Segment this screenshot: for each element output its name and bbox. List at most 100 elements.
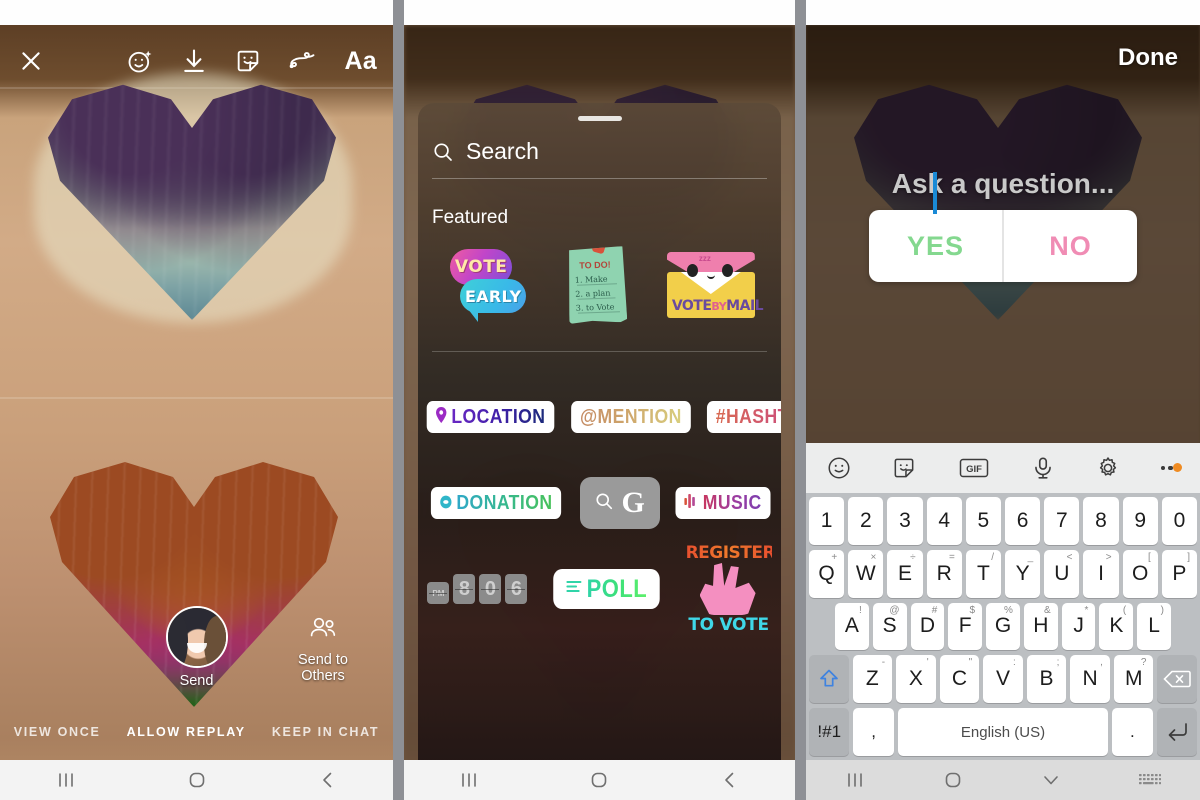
countdown-sticker[interactable]: PM 8 0 6 bbox=[427, 574, 528, 604]
back-icon[interactable] bbox=[719, 769, 741, 791]
key-o[interactable]: [O bbox=[1122, 549, 1158, 598]
hashtag-sticker[interactable]: #HASHTAG bbox=[706, 401, 781, 433]
question-sticker[interactable]: Ask a question... YES NO bbox=[869, 168, 1137, 282]
send-to-self-button[interactable]: Send bbox=[165, 606, 228, 689]
home-icon[interactable] bbox=[588, 769, 610, 791]
question-input[interactable]: Ask a question... bbox=[869, 168, 1137, 200]
register-to-vote-sticker[interactable]: REGISTER TO VOTE bbox=[685, 543, 776, 635]
key-g[interactable]: % G bbox=[986, 602, 1020, 651]
keyboard-icon[interactable] bbox=[1138, 771, 1162, 789]
vote-by-mail-sticker[interactable]: zzz VOTEBYMAIL bbox=[666, 252, 764, 318]
draw-icon[interactable] bbox=[288, 47, 318, 75]
key-x[interactable]: ' X bbox=[896, 655, 936, 704]
location-sticker[interactable]: LOCATION bbox=[426, 401, 555, 433]
key-y-label: Y bbox=[1015, 561, 1030, 585]
key-9[interactable]: 9 bbox=[1122, 497, 1158, 545]
key-j[interactable]: * J bbox=[1061, 602, 1096, 651]
back-icon[interactable] bbox=[317, 769, 339, 791]
gif-search-sticker[interactable]: G bbox=[579, 477, 660, 529]
shift-key[interactable] bbox=[808, 655, 849, 704]
key-q-sup: + bbox=[831, 551, 838, 563]
key-6[interactable]: 6 bbox=[1005, 497, 1041, 545]
home-icon[interactable] bbox=[186, 769, 208, 791]
key-h[interactable]: & H bbox=[1023, 602, 1058, 651]
key-b[interactable]: ; B bbox=[1026, 655, 1067, 704]
poll-sticker[interactable]: POLL bbox=[553, 569, 660, 609]
pin-icon bbox=[435, 406, 447, 429]
key-v[interactable]: :V bbox=[983, 655, 1023, 704]
drag-handle[interactable] bbox=[577, 116, 622, 121]
key-r[interactable]: = R bbox=[926, 549, 962, 598]
key-e[interactable]: ÷ E bbox=[887, 549, 923, 598]
key-t[interactable]: / T bbox=[965, 549, 1001, 598]
key-s[interactable]: @ S bbox=[872, 602, 907, 651]
key-m[interactable]: ? M bbox=[1113, 655, 1154, 704]
key-8[interactable]: 8 bbox=[1083, 497, 1119, 545]
key-2[interactable]: 2 bbox=[848, 497, 884, 545]
key-i[interactable]: > I bbox=[1083, 549, 1119, 598]
settings-gear-icon[interactable] bbox=[1095, 455, 1121, 481]
key-d[interactable]: # D bbox=[910, 602, 945, 651]
space-key[interactable]: English (US) bbox=[897, 708, 1109, 756]
period-key[interactable]: . bbox=[1112, 708, 1153, 756]
option-view-once[interactable]: VIEW ONCE bbox=[14, 725, 101, 739]
key-l-label: L bbox=[1148, 614, 1160, 638]
key-w[interactable]: × W bbox=[848, 549, 884, 598]
key-p[interactable]: ] P bbox=[1161, 549, 1198, 598]
music-sticker[interactable]: MUSIC bbox=[675, 487, 771, 519]
mention-sticker[interactable]: @MENTION bbox=[571, 401, 691, 433]
sticker-icon[interactable] bbox=[891, 455, 917, 481]
to-do-vote-sticker[interactable]: TO DO! 1. Make 2. a plan 3. to Vote bbox=[567, 246, 628, 324]
key-1[interactable]: 1 bbox=[808, 497, 845, 545]
key-k[interactable]: (K bbox=[1099, 602, 1134, 651]
key-c[interactable]: " C bbox=[939, 655, 980, 704]
key-0[interactable]: 0 bbox=[1161, 497, 1198, 545]
enter-key[interactable] bbox=[1156, 708, 1198, 756]
key-4[interactable]: 4 bbox=[926, 497, 962, 545]
key-a[interactable]: ! A bbox=[834, 602, 869, 651]
recents-icon[interactable] bbox=[458, 769, 480, 791]
recents-icon[interactable] bbox=[844, 769, 866, 791]
emoji-icon[interactable] bbox=[826, 455, 852, 481]
donation-sticker[interactable]: DONATION bbox=[431, 487, 562, 519]
send-to-others-button[interactable]: Send to Others bbox=[275, 616, 371, 684]
key-3[interactable]: 3 bbox=[887, 497, 923, 545]
search-bar[interactable]: Search bbox=[432, 138, 767, 179]
done-button[interactable]: Done bbox=[1118, 44, 1178, 72]
symbols-key[interactable]: !#1 bbox=[809, 708, 850, 756]
comma-key[interactable]: , bbox=[853, 708, 894, 756]
yes-button[interactable]: YES bbox=[869, 210, 1002, 282]
home-icon[interactable] bbox=[942, 769, 964, 791]
no-button[interactable]: NO bbox=[1004, 210, 1137, 282]
download-icon[interactable] bbox=[180, 47, 208, 75]
option-allow-replay[interactable]: ALLOW REPLAY bbox=[127, 725, 246, 739]
key-t-sup: / bbox=[991, 551, 994, 563]
vote-early-sticker[interactable]: VOTE EARLY bbox=[444, 249, 528, 322]
option-keep-in-chat[interactable]: KEEP IN CHAT bbox=[272, 725, 379, 739]
key-l[interactable]: ) L bbox=[1137, 602, 1172, 651]
key-5[interactable]: 5 bbox=[965, 497, 1001, 545]
key-f[interactable]: $ F bbox=[948, 602, 983, 651]
key-7[interactable]: 7 bbox=[1044, 497, 1080, 545]
effects-icon[interactable] bbox=[126, 47, 154, 75]
key-z[interactable]: -Z bbox=[852, 655, 893, 704]
search-input[interactable]: Search bbox=[466, 138, 539, 165]
chevron-down-icon[interactable] bbox=[1040, 769, 1062, 791]
key-u[interactable]: < U bbox=[1044, 549, 1080, 598]
microphone-icon[interactable] bbox=[1030, 455, 1056, 481]
register-line2: TO VOTE bbox=[688, 615, 769, 635]
close-icon[interactable] bbox=[18, 48, 44, 74]
key-q[interactable]: + Q bbox=[808, 549, 845, 598]
more-options-icon[interactable] bbox=[1160, 462, 1183, 472]
sticker-icon[interactable] bbox=[234, 47, 262, 75]
keyboard-row-qwerty: + Q × W ÷ E = R / T _ Y < U > I [O ] P bbox=[808, 549, 1198, 598]
backspace-key[interactable] bbox=[1157, 655, 1198, 704]
text-icon[interactable]: Aa bbox=[344, 47, 377, 76]
register-line1: REGISTER bbox=[685, 543, 776, 563]
recents-icon[interactable] bbox=[55, 769, 77, 791]
key-n[interactable]: ,N bbox=[1070, 655, 1110, 704]
gif-icon[interactable]: GIF bbox=[957, 456, 991, 480]
keyboard-row-asdf: ! A @ S # D $ F % G & H * J (K ) L bbox=[809, 602, 1197, 651]
key-y[interactable]: _ Y bbox=[1005, 549, 1041, 598]
people-icon bbox=[307, 616, 339, 642]
